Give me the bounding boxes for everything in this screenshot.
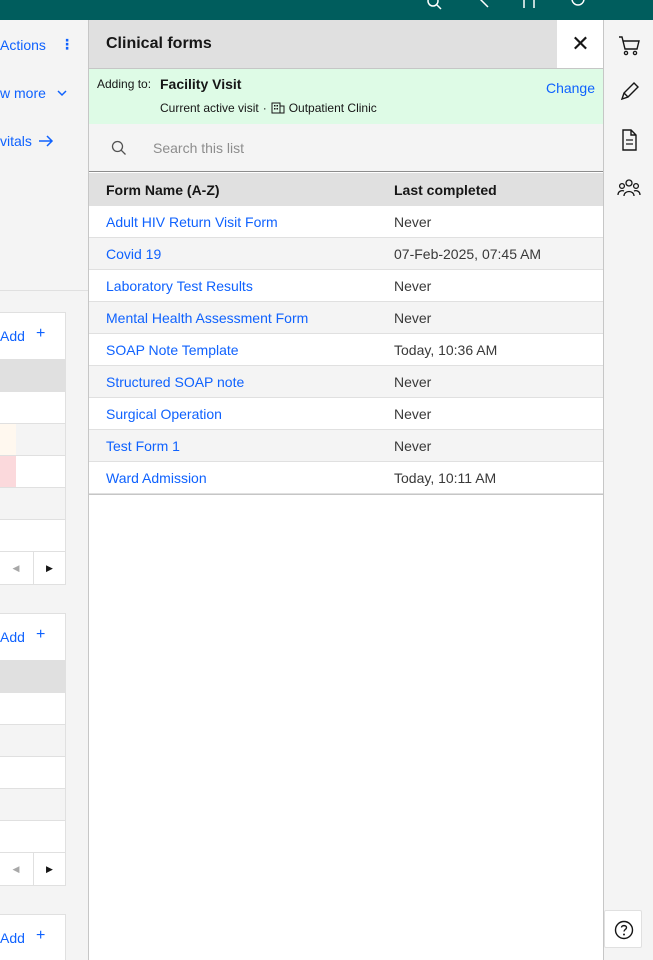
next-page-icon[interactable]: ▶ <box>33 552 65 584</box>
table-row <box>0 788 65 820</box>
table-row[interactable]: Mental Health Assessment Form Never <box>89 302 604 334</box>
clinical-forms-panel: Clinical forms ✕ Adding to: Facility Vis… <box>88 20 604 960</box>
overflow-menu-icon[interactable]: ··· <box>619 0 635 9</box>
form-link[interactable]: Surgical Operation <box>106 406 222 422</box>
adding-to-label: Adding to: <box>97 77 152 91</box>
user-icon[interactable] <box>570 0 586 10</box>
patient-chart-background: Actions ⋮ w more vitals Add + ◀ ▶ Add + <box>0 20 88 960</box>
table-row <box>0 756 65 788</box>
table-row[interactable]: Test Form 1 Never <box>89 430 604 462</box>
table-row <box>0 724 65 756</box>
people-icon[interactable] <box>521 0 537 10</box>
help-button[interactable] <box>604 910 642 948</box>
chart-card: Add + <box>0 914 66 960</box>
table-header: Form Name (A-Z) Last completed <box>89 173 604 206</box>
table-row[interactable]: Covid 19 07-Feb-2025, 07:45 AM <box>89 238 604 270</box>
next-page-icon[interactable]: ▶ <box>33 853 65 885</box>
last-completed: Today, 10:11 AM <box>394 470 497 486</box>
cart-icon[interactable] <box>616 32 642 58</box>
table-row <box>0 519 65 551</box>
vitals-link[interactable]: vitals <box>0 133 32 149</box>
last-completed: Never <box>394 278 432 294</box>
add-button[interactable]: Add <box>0 328 25 344</box>
help-icon <box>614 920 634 940</box>
panel-title: Clinical forms <box>106 35 212 52</box>
pagination: ◀ ▶ <box>0 852 65 885</box>
pin-icon[interactable] <box>476 0 492 10</box>
close-button[interactable]: ✕ <box>556 20 604 68</box>
arrow-right-icon[interactable] <box>38 134 54 148</box>
last-completed: Never <box>394 406 432 422</box>
table-header-row <box>0 359 65 391</box>
table-header-row <box>0 660 65 692</box>
table-row[interactable]: Adult HIV Return Visit Form Never <box>89 206 604 238</box>
previous-page-icon[interactable]: ◀ <box>0 552 32 584</box>
form-link[interactable]: Mental Health Assessment Form <box>106 310 308 326</box>
right-side-rail <box>603 20 653 960</box>
top-header-bar: ··· <box>0 0 653 20</box>
table-row <box>0 692 65 724</box>
table-row <box>0 391 65 423</box>
form-link[interactable]: Adult HIV Return Visit Form <box>106 214 278 230</box>
table-row[interactable]: SOAP Note Template Today, 10:36 AM <box>89 334 604 366</box>
chevron-down-icon[interactable] <box>56 87 68 99</box>
visit-location: Outpatient Clinic <box>288 101 377 115</box>
change-visit-link[interactable]: Change <box>546 80 595 96</box>
form-link[interactable]: Structured SOAP note <box>106 374 244 390</box>
building-icon <box>271 102 285 114</box>
plus-icon[interactable]: + <box>36 626 45 644</box>
previous-page-icon[interactable]: ◀ <box>0 853 32 885</box>
pen-icon[interactable] <box>616 79 642 105</box>
search-icon[interactable] <box>426 0 442 10</box>
show-more-link[interactable]: w more <box>0 85 46 101</box>
visit-banner: Adding to: Facility Visit Current active… <box>89 68 604 124</box>
actions-menu[interactable]: Actions <box>0 37 46 53</box>
group-icon[interactable] <box>616 175 642 201</box>
form-link[interactable]: Covid 19 <box>106 246 161 262</box>
forms-table: Form Name (A-Z) Last completed Adult HIV… <box>89 173 604 494</box>
overflow-vertical-icon[interactable]: ⋮ <box>60 36 74 53</box>
column-header-last-completed[interactable]: Last completed <box>394 182 497 198</box>
chart-card: Add + ◀ ▶ <box>0 613 66 886</box>
chart-card: Add + ◀ ▶ <box>0 312 66 585</box>
table-row <box>0 423 65 455</box>
table-row[interactable]: Surgical Operation Never <box>89 398 604 430</box>
add-button[interactable]: Add <box>0 930 25 946</box>
form-link[interactable]: Test Form 1 <box>106 438 180 454</box>
pagination: ◀ ▶ <box>0 551 65 584</box>
visit-status: Current active visit <box>160 101 259 115</box>
last-completed: Never <box>394 214 432 230</box>
last-completed: 07-Feb-2025, 07:45 AM <box>394 246 542 262</box>
table-row <box>0 455 65 487</box>
search-bar <box>89 124 604 172</box>
table-row[interactable]: Laboratory Test Results Never <box>89 270 604 302</box>
table-row <box>0 487 65 519</box>
last-completed: Today, 10:36 AM <box>394 342 498 358</box>
search-icon <box>111 140 126 155</box>
add-button[interactable]: Add <box>0 629 25 645</box>
search-input[interactable] <box>137 124 597 171</box>
form-link[interactable]: Laboratory Test Results <box>106 278 253 294</box>
column-header-form-name[interactable]: Form Name (A-Z) <box>106 182 220 198</box>
last-completed: Never <box>394 374 432 390</box>
table-row[interactable]: Structured SOAP note Never <box>89 366 604 398</box>
last-completed: Never <box>394 438 432 454</box>
last-completed: Never <box>394 310 432 326</box>
form-link[interactable]: SOAP Note Template <box>106 342 239 358</box>
form-link[interactable]: Ward Admission <box>106 470 207 486</box>
plus-icon[interactable]: + <box>36 325 45 343</box>
table-row[interactable]: Ward Admission Today, 10:11 AM <box>89 462 604 494</box>
divider <box>0 290 88 291</box>
panel-header: Clinical forms ✕ <box>89 20 604 68</box>
table-row <box>0 820 65 852</box>
visit-name: Facility Visit <box>160 76 242 92</box>
plus-icon[interactable]: + <box>36 927 45 945</box>
document-icon[interactable] <box>616 127 642 153</box>
separator-dot: · <box>262 101 267 115</box>
visit-meta: Current active visit · Outpatient Clinic <box>160 100 377 115</box>
